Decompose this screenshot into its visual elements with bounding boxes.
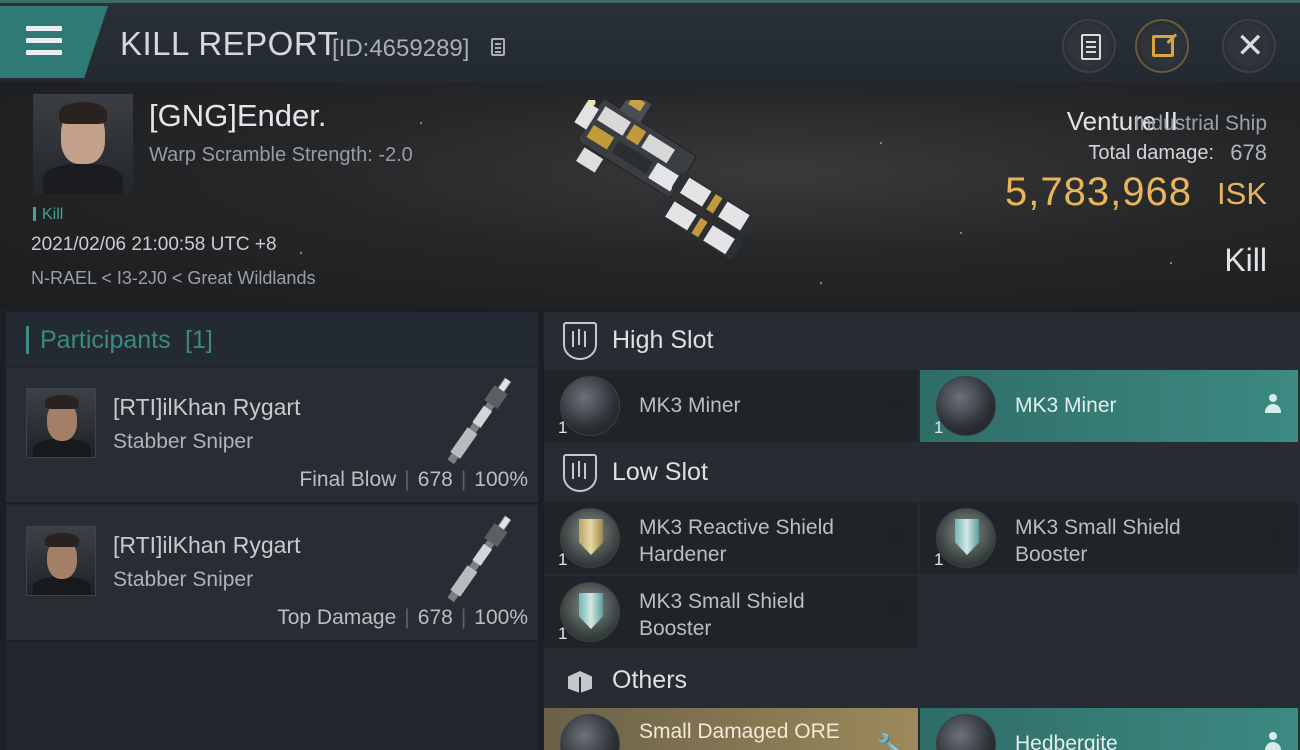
kill-location: N-RAEL < I3-2J0 < Great Wildlands bbox=[31, 268, 316, 288]
kill-result: Kill bbox=[1224, 242, 1267, 278]
share-icon bbox=[1152, 35, 1174, 57]
module-name: Small Damaged ORE bbox=[639, 720, 840, 743]
shield-booster-icon bbox=[936, 508, 996, 568]
participant-row[interactable]: [RTI]ilKhan Rygart Stabber Sniper Top Da… bbox=[6, 506, 538, 642]
close-icon: ✕ bbox=[1236, 27, 1265, 65]
attacker-name: [RTI]ilKhan Rygart bbox=[113, 532, 301, 558]
destroyed-icon: ✕ bbox=[884, 388, 906, 418]
others-label: Others bbox=[612, 666, 688, 694]
copy-icon[interactable] bbox=[491, 38, 505, 56]
attacker-stats: Top Damage | 678 | 100% bbox=[277, 606, 528, 629]
module-name: MK3 Miner bbox=[1015, 394, 1117, 417]
high-slot-icon bbox=[563, 322, 597, 360]
miner-icon bbox=[560, 376, 620, 436]
high-slot-label: High Slot bbox=[612, 326, 714, 354]
total-damage-value: 678 bbox=[1230, 140, 1267, 165]
module-item[interactable]: 1 MK3 Miner ✕ bbox=[544, 370, 918, 442]
share-button[interactable] bbox=[1135, 19, 1189, 73]
header-bar: KILL REPORT [ID:4659289] ✕ bbox=[0, 0, 1300, 82]
module-item[interactable]: Hedbergite bbox=[920, 708, 1298, 750]
close-button[interactable]: ✕ bbox=[1222, 19, 1276, 73]
warp-scramble-strength: Warp Scramble Strength: -2.0 bbox=[149, 144, 413, 166]
module-name: MK3 Miner bbox=[639, 394, 741, 417]
wrench-icon: 🔧 bbox=[877, 734, 902, 750]
page-title: KILL REPORT bbox=[120, 25, 339, 62]
module-name: MK3 Reactive Shield Hardener bbox=[639, 516, 834, 566]
isk-unit: ISK bbox=[1217, 176, 1267, 211]
module-qty: 1 bbox=[934, 550, 944, 569]
attacker-percent: 100% bbox=[474, 606, 528, 629]
others-header: Others bbox=[544, 652, 1300, 708]
ore-icon bbox=[560, 714, 620, 750]
low-slot-label: Low Slot bbox=[612, 458, 708, 486]
high-slot-header: High Slot bbox=[544, 312, 1300, 368]
module-item[interactable]: Small Damaged ORE 🔧 bbox=[544, 708, 918, 750]
module-qty: 1 bbox=[558, 624, 568, 643]
kill-datetime: 2021/02/06 21:00:58 UTC +8 bbox=[31, 234, 277, 255]
ore-icon bbox=[936, 714, 996, 750]
attacker-damage: 678 bbox=[417, 606, 453, 629]
kill-tag: Kill bbox=[33, 206, 63, 224]
low-slot-header: Low Slot bbox=[544, 444, 1300, 500]
low-slot-icon bbox=[563, 454, 597, 492]
attacker-damage: 678 bbox=[417, 468, 453, 491]
module-name: Hedbergite bbox=[1015, 732, 1118, 750]
ship-class: Industrial Ship bbox=[1133, 112, 1267, 135]
victim-banner: [GNG]Ender. Warp Scramble Strength: -2.0… bbox=[0, 82, 1300, 308]
attacker-ship: Stabber Sniper bbox=[113, 430, 254, 453]
module-item[interactable]: 1 MK3 Miner bbox=[920, 370, 1298, 442]
attacker-role: Final Blow bbox=[299, 468, 397, 491]
participants-header: Participants [1] bbox=[6, 312, 538, 366]
module-name: MK3 Small Shield Booster bbox=[639, 590, 805, 640]
participants-count: [1] bbox=[185, 326, 213, 354]
shield-booster-icon bbox=[560, 582, 620, 642]
person-icon bbox=[1264, 732, 1282, 750]
miner-icon bbox=[936, 376, 996, 436]
module-qty: 1 bbox=[558, 418, 568, 437]
document-button[interactable] bbox=[1062, 19, 1116, 73]
destroyed-icon: ✕ bbox=[884, 520, 906, 550]
module-qty: 1 bbox=[558, 550, 568, 569]
destroyed-icon: ✕ bbox=[1264, 520, 1286, 550]
menu-icon bbox=[26, 26, 62, 31]
module-item[interactable]: 1 MK3 Small Shield Booster ✕ bbox=[920, 502, 1298, 574]
ship-image[interactable] bbox=[540, 100, 770, 290]
report-id: [ID:4659289] bbox=[332, 35, 470, 62]
attacker-percent: 100% bbox=[474, 468, 528, 491]
destroyed-icon: ✕ bbox=[884, 594, 906, 624]
shield-hardener-icon bbox=[560, 508, 620, 568]
module-item[interactable]: 1 MK3 Reactive Shield Hardener ✕ bbox=[544, 502, 918, 574]
attacker-ship: Stabber Sniper bbox=[113, 568, 254, 591]
total-damage-label: Total damage: bbox=[1088, 142, 1214, 164]
menu-button[interactable] bbox=[0, 6, 108, 78]
attacker-portrait[interactable] bbox=[26, 526, 96, 596]
document-icon bbox=[1081, 34, 1101, 60]
module-item[interactable]: 1 MK3 Small Shield Booster ✕ bbox=[544, 576, 918, 648]
weapon-image bbox=[447, 515, 512, 603]
participants-title: Participants bbox=[40, 326, 171, 354]
attacker-role: Top Damage bbox=[277, 606, 397, 629]
attacker-portrait[interactable] bbox=[26, 388, 96, 458]
weapon-image bbox=[447, 377, 512, 465]
attacker-stats: Final Blow | 678 | 100% bbox=[299, 468, 528, 491]
participants-panel: Participants [1] [RTI]ilKhan Rygart Stab… bbox=[6, 312, 538, 750]
cargo-box-icon bbox=[564, 665, 596, 695]
attacker-name: [RTI]ilKhan Rygart bbox=[113, 394, 301, 420]
victim-portrait[interactable] bbox=[33, 94, 133, 194]
module-name: MK3 Small Shield Booster bbox=[1015, 516, 1181, 566]
victim-name[interactable]: [GNG]Ender. bbox=[149, 98, 326, 134]
person-icon bbox=[1264, 394, 1282, 416]
isk-value: 5,783,968 bbox=[1005, 170, 1192, 214]
module-qty: 1 bbox=[934, 418, 944, 437]
participant-row[interactable]: [RTI]ilKhan Rygart Stabber Sniper Final … bbox=[6, 368, 538, 504]
fitting-panel: High Slot 1 MK3 Miner ✕ 1 MK3 Miner Low … bbox=[544, 312, 1300, 750]
